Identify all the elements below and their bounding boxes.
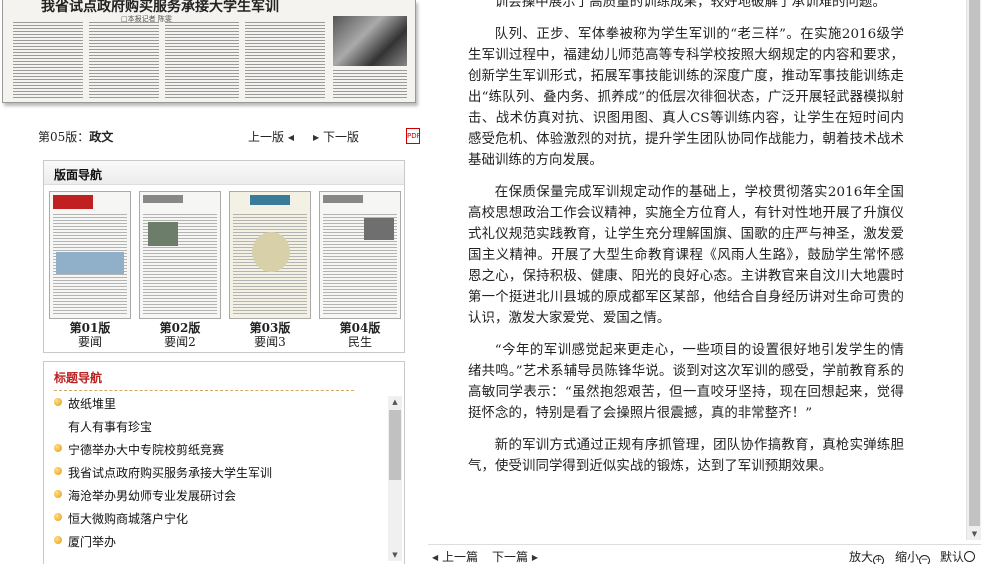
next-article-link[interactable]: 下一篇 ▶ — [492, 548, 538, 564]
article-paragraph: 队列、正步、军体拳被称为学生军训的“老三样”。在实施2016级学生军训过程中，福… — [468, 27, 904, 168]
title-list-item[interactable]: 有人有事有珍宝 — [54, 419, 384, 442]
page-navigation-panel: 版面导航 第01版 要闻 第02版 要闻2 第03版 要闻3 第04版 民生 — [43, 160, 405, 353]
page-section: 要闻 — [77, 335, 102, 349]
article-paragraph: 新的军训方式通过正规有序抓管理，团队协作搞教育，真枪实弹练胆气，使受训同学得到近… — [468, 438, 904, 474]
page-thumb-02[interactable]: 第02版 要闻2 — [138, 191, 222, 349]
page-number: 第04版 — [339, 321, 381, 335]
scroll-down-icon[interactable]: ▼ — [388, 549, 402, 561]
page-thumb-01[interactable]: 第01版 要闻 — [48, 191, 132, 349]
minus-circle-icon: − — [919, 555, 931, 564]
page-number: 第01版 — [69, 321, 111, 335]
article-paragraph: 在保质保量完成军训规定动作的基础上，学校贯彻落实2016年全国高校思想政治工作会… — [468, 185, 904, 326]
next-edition-link[interactable]: ▶ 下一版 — [313, 128, 359, 145]
article-body: 训会操中展示了高质量的训练成果，较好地破解了承训难的问题。 队列、正步、军体拳被… — [468, 0, 904, 488]
edition-bar: 第05版：政文 上一版 ◀ ▶ 下一版 PDF — [38, 128, 421, 146]
scrollbar-thumb[interactable] — [389, 410, 401, 480]
title-navigation-title: 标题导航 — [54, 371, 103, 385]
thumbnail-text-column — [13, 22, 83, 98]
page-section: 民生 — [347, 335, 372, 349]
scrollbar-thumb[interactable] — [969, 0, 980, 526]
thumbnail-caption — [333, 70, 407, 98]
current-edition-label: 第05版：政文 — [38, 130, 114, 144]
circle-icon — [964, 551, 976, 562]
zoom-in-button[interactable]: 放大 + — [849, 548, 885, 564]
thumbnail-text-column — [89, 22, 159, 98]
page-number: 第02版 — [159, 321, 201, 335]
prev-article-link[interactable]: ◀ 上一篇 — [432, 548, 478, 564]
title-list-item[interactable]: 宁德举办大中专院校剪纸竞赛 — [54, 442, 384, 465]
zoom-out-button[interactable]: 缩小 − — [895, 548, 931, 564]
scroll-down-icon[interactable]: ▼ — [967, 528, 981, 540]
thumb-photo — [364, 218, 394, 240]
bullet-icon — [54, 536, 62, 544]
title-list-item[interactable]: 我省试点政府购买服务承接大学生军训 — [54, 465, 384, 488]
title-list-item[interactable]: 厦门举办 — [54, 534, 384, 557]
page-thumb-04[interactable]: 第04版 民生 — [318, 191, 402, 349]
scroll-up-icon[interactable]: ▲ — [388, 396, 402, 408]
triangle-left-icon: ◀ — [287, 133, 294, 142]
title-list-scrollbar[interactable]: ▲ ▼ — [388, 396, 402, 561]
thumbnail-photo — [333, 16, 407, 66]
bullet-icon — [54, 490, 62, 498]
masthead-logo — [53, 195, 93, 209]
page-navigation-title: 版面导航 — [44, 161, 404, 185]
bullet-icon — [54, 513, 62, 521]
page-section: 要闻2 — [164, 335, 196, 349]
article-pane: 训会操中展示了高质量的训练成果，较好地破解了承训难的问题。 队列、正步、军体拳被… — [428, 0, 981, 564]
prev-edition-link[interactable]: 上一版 ◀ — [248, 128, 294, 145]
page-section: 要闻3 — [254, 335, 286, 349]
divider — [54, 390, 354, 391]
article-footer-bar: ◀ 上一篇 下一篇 ▶ 放大 + 缩小 − 默认 — [428, 544, 981, 564]
title-list-item[interactable]: 海沧举办男幼师专业发展研讨会 — [54, 488, 384, 511]
triangle-left-icon: ◀ — [432, 553, 439, 562]
triangle-right-icon: ▶ — [531, 553, 538, 562]
plus-circle-icon: + — [873, 555, 885, 564]
page-thumb-image — [319, 191, 401, 319]
title-list-item[interactable]: 故纸堆里 — [54, 396, 384, 419]
triangle-right-icon: ▶ — [313, 133, 320, 142]
bullet-icon — [54, 398, 62, 406]
article-scrollbar[interactable]: ▼ — [966, 0, 981, 540]
title-list-item[interactable]: 恒大微购商城落户宁化 — [54, 511, 384, 534]
title-navigation-panel: 标题导航 故纸堆里 有人有事有珍宝 宁德举办大中专院校剪纸竞赛 我省试点政府购买… — [43, 361, 405, 564]
page-number: 第03版 — [249, 321, 291, 335]
bullet-icon — [54, 467, 62, 475]
masthead-logo — [143, 195, 183, 203]
masthead-logo — [323, 195, 363, 203]
page-thumbnail-preview[interactable]: 我省试点政府购买服务承接大学生军训 □本报记者 陈雯 — [2, 0, 416, 103]
thumbnail-text-column — [165, 22, 239, 98]
article-paragraph: “今年的军训感觉起来更走心，一些项目的设置很好地引发学生的情绪共鸣。”艺术系辅导… — [468, 343, 904, 421]
article-paragraph: 训会操中展示了高质量的训练成果，较好地破解了承训难的问题。 — [494, 0, 887, 10]
pdf-icon[interactable]: PDF — [406, 128, 421, 144]
page-thumbnails: 第01版 要闻 第02版 要闻2 第03版 要闻3 第04版 民生 — [48, 191, 402, 351]
page-thumb-03[interactable]: 第03版 要闻3 — [228, 191, 312, 349]
page-thumb-image — [49, 191, 131, 319]
bullet-icon — [54, 444, 62, 452]
page-thumb-image — [139, 191, 221, 319]
thumb-photo — [148, 222, 178, 246]
thumb-photo — [56, 252, 124, 274]
thumb-photo — [252, 232, 290, 272]
thumbnail-text-column — [245, 22, 325, 98]
left-column: 我省试点政府购买服务承接大学生军训 □本报记者 陈雯 第05版：政文 上一版 ◀… — [0, 0, 421, 564]
title-list: 故纸堆里 有人有事有珍宝 宁德举办大中专院校剪纸竞赛 我省试点政府购买服务承接大… — [54, 396, 384, 557]
zoom-default-button[interactable]: 默认 — [940, 548, 976, 564]
masthead-logo — [250, 195, 290, 205]
page-thumb-image — [229, 191, 311, 319]
